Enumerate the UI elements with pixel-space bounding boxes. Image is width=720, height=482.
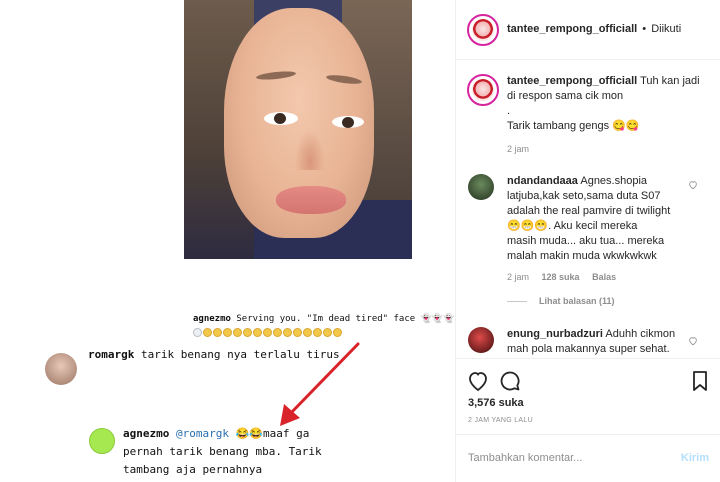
bookmark-icon[interactable] — [688, 369, 712, 393]
header-username[interactable]: tantee_rempong_officiall — [507, 23, 637, 35]
selfie-photo — [184, 0, 412, 259]
caption-username[interactable]: tantee_rempong_officiall — [507, 75, 637, 87]
follow-status-button[interactable]: Diikuti — [651, 23, 681, 35]
comment-input[interactable]: Tambahkan komentar... — [468, 452, 582, 464]
comment-likes[interactable]: 128 suka — [542, 272, 580, 282]
header-name: tantee_rempong_officiall • Diikuti — [507, 23, 681, 35]
agnezmo-avatar — [89, 428, 115, 454]
comment-username[interactable]: enung_nurbadzuri — [507, 328, 603, 340]
caption-avatar[interactable] — [467, 74, 499, 106]
comment-line: malah makin muda wkwkwkwk — [507, 250, 657, 262]
action-bar — [456, 358, 720, 418]
account-avatar[interactable] — [467, 14, 499, 46]
comment-line: latjuba,kak seto,sama duta S07 — [507, 190, 661, 202]
overlay-comment-user: romargk — [88, 348, 135, 361]
comment-composer: Tambahkan komentar... Kirim — [456, 434, 720, 482]
comment-line: Agnes.shopia — [580, 175, 648, 187]
caption-line-1: di respon sama cik mon — [507, 90, 624, 102]
header-dot: • — [642, 23, 647, 35]
romargk-avatar — [45, 353, 77, 385]
overlay-reply-line3: tambang aja pernahnya — [123, 463, 263, 476]
overlay-caption-text: Serving you. "Im dead tired" face 👻👻👻 — [236, 314, 455, 324]
comment-line: mah pola makannya super sehat. — [507, 343, 670, 355]
caption-time: 2 jam — [507, 144, 530, 154]
comment-icon[interactable] — [498, 369, 522, 393]
overlay-emoji-row — [193, 327, 343, 338]
overlay-reply-line1: 😂😂maaf ga — [235, 427, 310, 440]
comment-heart-icon[interactable] — [688, 180, 698, 190]
comment-line: adalah the real pamvire di twilight — [507, 205, 671, 217]
post-comment-button[interactable]: Kirim — [681, 452, 709, 464]
comment-heart-icon[interactable] — [688, 336, 698, 346]
caption-line-2: . — [507, 105, 511, 117]
overlay-caption: agnezmo Serving you. "Im dead tired" fac… — [193, 314, 454, 324]
overlay-comment-agnezmo: agnezmo @romargk 😂😂maaf ga pernah tarik … — [123, 425, 343, 479]
view-replies[interactable]: Lihat balasan (11) — [507, 296, 615, 306]
overlay-reply-line2: pernah tarik benang mba. Tarik — [123, 445, 322, 458]
caption-line-0: Tuh kan jadi — [640, 75, 700, 87]
overlay-reply-mention: @romargk — [175, 427, 229, 440]
comment-time: 2 jam — [507, 272, 530, 282]
overlay-caption-user: agnezmo — [193, 314, 231, 324]
comment-line: masih muda... aku tua... mereka — [507, 235, 665, 247]
post-media[interactable]: agnezmo Serving you. "Im dead tired" fac… — [0, 0, 455, 482]
comment-meta: 2 jam 128 suka Balas — [507, 270, 687, 285]
post-time: 2 JAM YANG LALU — [468, 417, 533, 424]
post-header: tantee_rempong_officiall • Diikuti — [456, 0, 720, 60]
caption-line-3: Tarik tambang gengs 😋😋 — [507, 120, 640, 132]
comment-line: 😁😁😁. Aku kecil mereka — [507, 220, 638, 232]
comment-ndandandaaa: ndandandaaa Agnes.shopia latjuba,kak set… — [507, 174, 687, 285]
comment-avatar-enung[interactable] — [468, 327, 494, 353]
overlay-reply-user: agnezmo — [123, 427, 170, 440]
comment-enung: enung_nurbadzuri Aduhh cikmon mah pola m… — [507, 327, 687, 357]
post-caption: tantee_rempong_officiall Tuh kan jadi di… — [507, 74, 702, 157]
red-arrow-icon — [280, 342, 360, 426]
comment-avatar-ndandandaaa[interactable] — [468, 174, 494, 200]
like-count[interactable]: 3,576 suka — [468, 397, 524, 409]
post-sidebar: tantee_rempong_officiall • Diikuti tante… — [455, 0, 720, 482]
view-replies-label: Lihat balasan (11) — [539, 296, 615, 306]
reply-button[interactable]: Balas — [592, 272, 616, 282]
comment-username[interactable]: ndandandaaa — [507, 175, 578, 187]
comment-line: Aduhh cikmon — [605, 328, 676, 340]
heart-icon[interactable] — [466, 369, 490, 393]
